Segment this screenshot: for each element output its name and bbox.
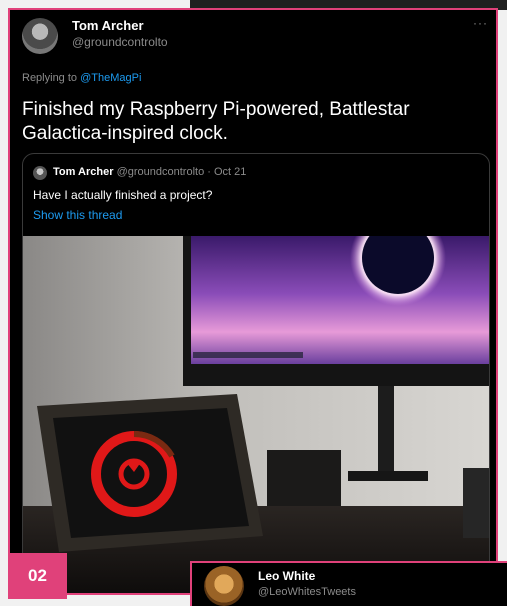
author-handle[interactable]: @groundcontrolto (72, 35, 168, 49)
quoted-date: Oct 21 (213, 166, 247, 178)
replying-to: Replying to @TheMagPi (22, 72, 141, 84)
mention-link[interactable]: @TheMagPi (80, 72, 141, 84)
quoted-header: Tom Archer @groundcontrolto · Oct 21 (53, 166, 246, 178)
next-tweet-header: Leo White @LeoWhitesTweets (190, 561, 507, 606)
replying-prefix: Replying to (22, 72, 78, 84)
tweet-card: Tom Archer @groundcontrolto ··· Replying… (8, 8, 498, 595)
clock-photo (23, 236, 489, 593)
quoted-text: Have I actually finished a project? (33, 188, 213, 202)
quoted-tweet[interactable]: Tom Archer @groundcontrolto · Oct 21 Hav… (22, 153, 490, 593)
figure-number-badge: 02 (8, 553, 67, 599)
avatar[interactable] (22, 18, 58, 54)
author-name[interactable]: Tom Archer (72, 18, 144, 33)
show-thread-link[interactable]: Show this thread (33, 208, 122, 222)
more-icon[interactable]: ··· (473, 16, 488, 30)
next-tweet-avatar[interactable] (204, 566, 244, 606)
quoted-avatar (33, 166, 47, 180)
next-tweet-author-handle[interactable]: @LeoWhitesTweets (258, 586, 356, 598)
next-tweet-author-name[interactable]: Leo White (258, 569, 315, 583)
quoted-separator: · (207, 166, 211, 178)
quoted-author-name: Tom Archer (53, 166, 114, 178)
quoted-author-handle: @groundcontrolto (116, 166, 205, 178)
tweet-text: Finished my Raspberry Pi-powered, Battle… (22, 99, 410, 144)
